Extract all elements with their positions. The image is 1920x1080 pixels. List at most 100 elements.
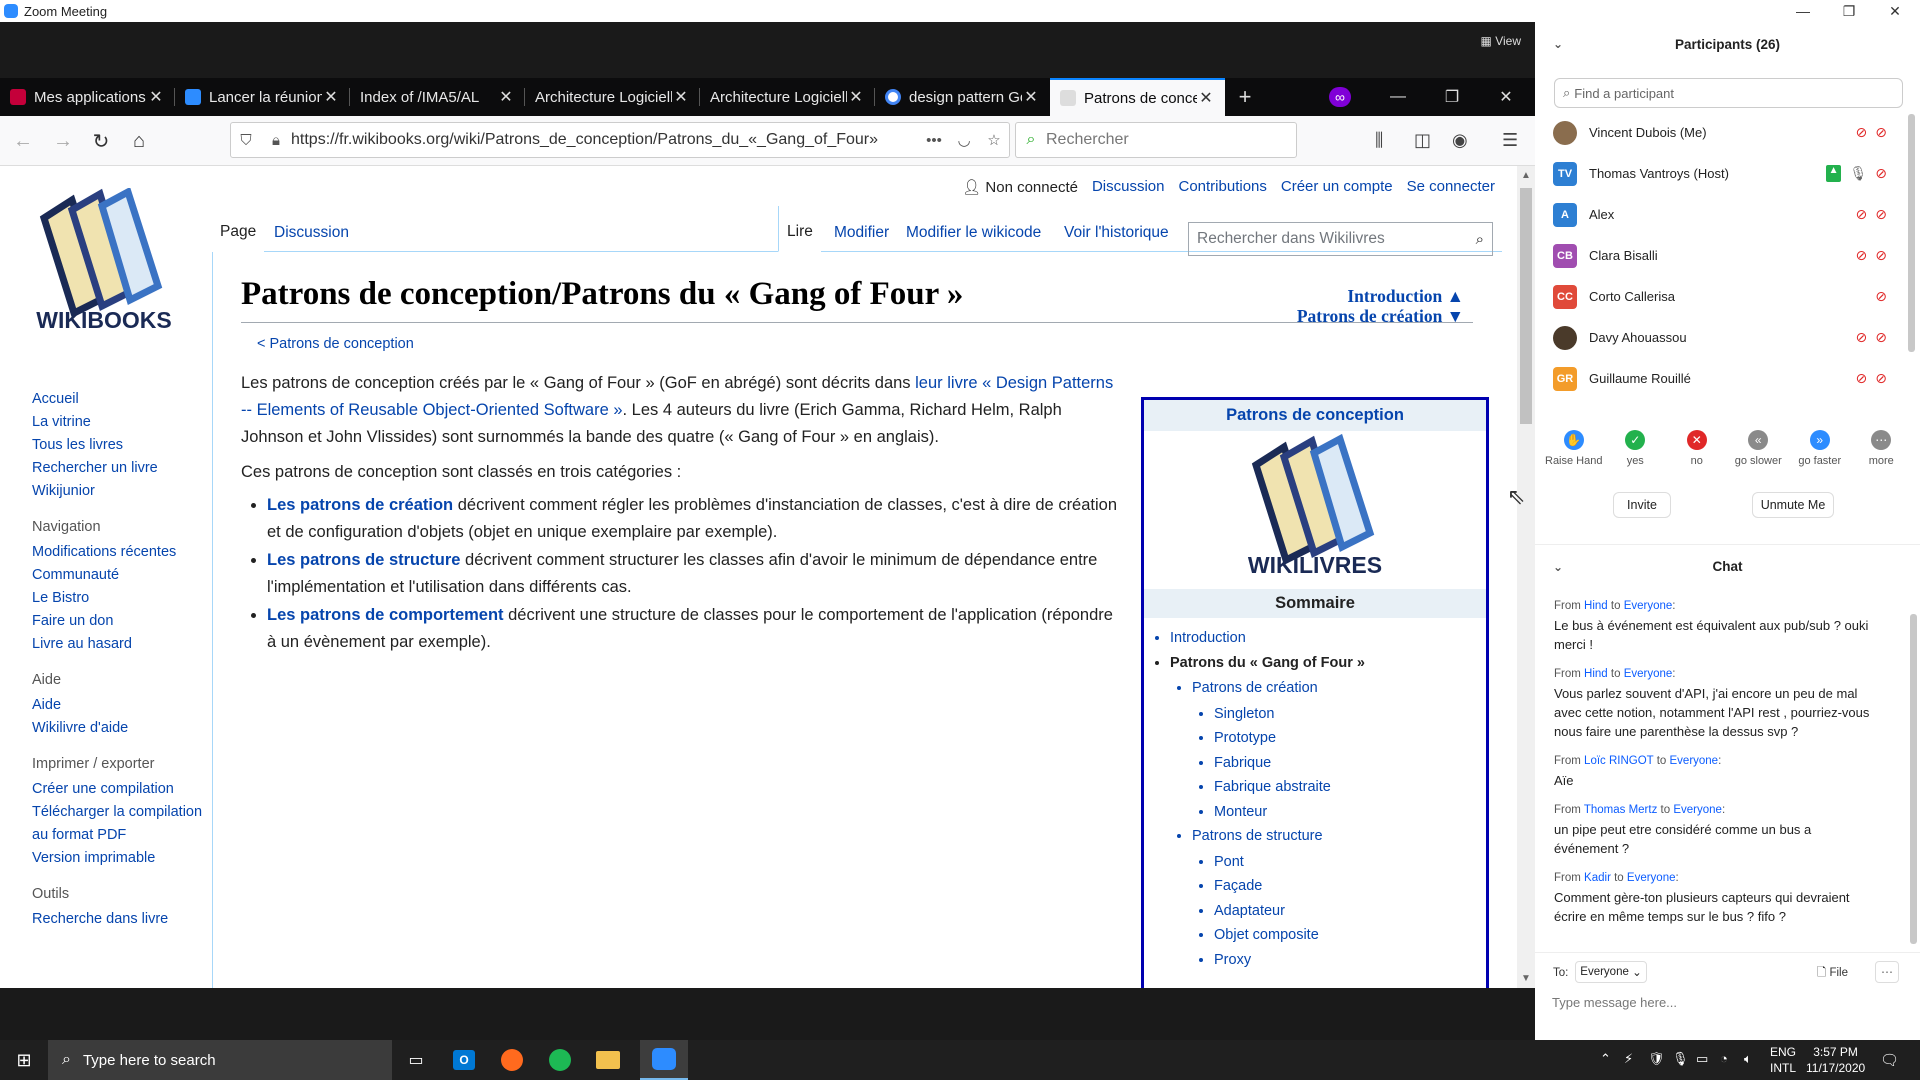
tab-discussion[interactable]: Discussion (266, 206, 357, 252)
sender-name[interactable]: Hind (1584, 600, 1608, 612)
browser-tab[interactable]: Index of /IMA5/AL ✕ (350, 78, 525, 116)
reaction-yes[interactable]: ✓ yes (1605, 430, 1665, 467)
nav-introduction-link[interactable]: Introduction ▲ (1297, 286, 1464, 306)
create-account-link[interactable]: Créer un compte (1281, 178, 1393, 196)
sidebar-link[interactable]: Télécharger la compilation au format PDF (32, 801, 207, 847)
recipient-name[interactable]: Everyone (1627, 872, 1676, 884)
forward-icon[interactable]: → (50, 128, 76, 154)
close-icon[interactable]: ✕ (1478, 78, 1534, 116)
new-tab-button[interactable]: + (1225, 78, 1265, 116)
tab-history[interactable]: Voir l'historique (1056, 206, 1177, 252)
taskbar-search-box[interactable]: ⌕ Type here to search (48, 1040, 392, 1080)
notifications-icon[interactable]: 🗨︎ (1880, 1051, 1899, 1069)
lock-icon[interactable]: 🔒︎ (261, 132, 291, 149)
menu-icon[interactable]: ☰ (1502, 130, 1518, 151)
reload-icon[interactable]: ↻ (88, 128, 114, 154)
restore-icon[interactable]: ❐ (1424, 78, 1480, 116)
infobox-title-link[interactable]: Patrons de conception (1144, 400, 1486, 431)
recipient-name[interactable]: Everyone (1670, 755, 1719, 767)
tab-close-icon[interactable]: ✕ (1022, 87, 1040, 107)
sidebar-link[interactable]: Créer une compilation (32, 778, 207, 801)
reaction-no[interactable]: ✕ no (1667, 430, 1727, 467)
browser-tab[interactable]: Lancer la réunion ✕ (175, 78, 350, 116)
sidebar-link[interactable]: Wikilivre d'aide (32, 717, 207, 740)
participant-row[interactable]: TV Thomas Vantroys (Host) ▲ 🎙︎ ⊘ (1535, 153, 1905, 194)
page-scrollbar[interactable]: ▲ ▼ (1517, 166, 1535, 988)
close-icon[interactable]: ✕ (1872, 0, 1918, 22)
behavior-link[interactable]: Les patrons de comportement (267, 606, 504, 624)
collapse-chevron-icon[interactable]: ⌄ (1553, 560, 1563, 574)
tab-page[interactable]: Page (212, 206, 265, 252)
pocket-icon[interactable]: ◡ (949, 131, 979, 149)
browser-tab[interactable]: Architecture Logicielle ✕ (700, 78, 875, 116)
invite-button[interactable]: Invite (1613, 492, 1671, 518)
more-options-button[interactable]: ⋯ (1875, 961, 1899, 983)
tray-overflow-icon[interactable]: ⌃ (1600, 1051, 1611, 1067)
sidebar-link[interactable]: Rechercher un livre (32, 457, 207, 480)
sidebar-link[interactable]: Wikijunior (32, 480, 207, 503)
user-discussion-link[interactable]: Discussion (1092, 178, 1165, 196)
sender-name[interactable]: Hind (1584, 668, 1608, 680)
search-icon[interactable]: ⌕ (1476, 231, 1484, 248)
sidebar-link[interactable]: Modifications récentes (32, 541, 207, 564)
language-indicator[interactable]: ENG INTL (1770, 1044, 1796, 1076)
login-link[interactable]: Se connecter (1407, 178, 1495, 196)
restore-icon[interactable]: ❐ (1826, 0, 1872, 22)
toc-item[interactable]: Monteur (1214, 800, 1486, 825)
unmute-me-button[interactable]: Unmute Me (1752, 492, 1834, 518)
recipient-name[interactable]: Everyone (1624, 668, 1673, 680)
sidebar-link[interactable]: Aide (32, 694, 207, 717)
toc-item[interactable]: Singleton (1214, 702, 1486, 727)
scroll-up-icon[interactable]: ▲ (1517, 170, 1535, 181)
sidebar-link[interactable]: Accueil (32, 388, 207, 411)
toc-item[interactable]: Prototype (1214, 726, 1486, 751)
battery-tray-icon[interactable]: ▭ (1696, 1051, 1708, 1067)
back-icon[interactable]: ← (10, 128, 36, 154)
participant-row[interactable]: CB Clara Bisalli ⊘ ⊘ (1535, 235, 1905, 276)
browser-tab[interactable]: design pattern Gof ✕ (875, 78, 1050, 116)
file-explorer-icon[interactable] (584, 1040, 632, 1080)
collapse-chevron-icon[interactable]: ⌄ (1553, 37, 1563, 51)
url-bar[interactable]: ⛉ 🔒︎ https://fr.wikibooks.org/wiki/Patro… (230, 122, 1010, 158)
tab-edit-source[interactable]: Modifier le wikicode (898, 206, 1049, 252)
microphone-tray-icon[interactable]: 🎙︎ (1672, 1051, 1689, 1067)
reaction-raise-hand[interactable]: ✋ Raise Hand (1544, 430, 1604, 467)
recipient-name[interactable]: Everyone (1624, 600, 1673, 612)
bookmark-star-icon[interactable]: ☆ (979, 131, 1009, 149)
participant-row[interactable]: CC Corto Callerisa ⊘ (1535, 276, 1905, 317)
sidebar-link[interactable]: Faire un don (32, 610, 207, 633)
tab-edit[interactable]: Modifier (826, 206, 897, 252)
participants-scrollbar[interactable] (1908, 114, 1915, 352)
library-icon[interactable]: ⫼ (1375, 130, 1383, 151)
chat-message-input[interactable]: Type message here... (1552, 995, 1677, 1010)
browser-tab-active[interactable]: Patrons de conception ✕ (1050, 78, 1225, 116)
wifi-tray-icon[interactable]: ◔ (1720, 1051, 1728, 1066)
participant-row[interactable]: GR Guillaume Rouillé ⊘ ⊘ (1535, 358, 1905, 399)
participant-row[interactable]: Vincent Dubois (Me) ⊘ ⊘ (1535, 112, 1905, 153)
minimize-icon[interactable]: — (1780, 0, 1826, 22)
sidebar-link[interactable]: Le Bistro (32, 587, 207, 610)
clock[interactable]: 3:57 PM 11/17/2020 (1806, 1044, 1865, 1076)
sidebar-link[interactable]: Version imprimable (32, 847, 207, 870)
sidebar-link[interactable]: La vitrine (32, 411, 207, 434)
toc-item[interactable]: Patrons de structure PontFaçadeAdaptateu… (1192, 824, 1486, 972)
tab-close-icon[interactable]: ✕ (1197, 88, 1215, 108)
recipient-name[interactable]: Everyone (1673, 804, 1722, 816)
reaction-go-faster[interactable]: » go faster (1790, 430, 1850, 467)
sidebar-icon[interactable]: ◫ (1414, 130, 1431, 151)
tab-close-icon[interactable]: ✕ (847, 87, 865, 107)
sender-name[interactable]: Thomas Mertz (1584, 804, 1658, 816)
structure-link[interactable]: Les patrons de structure (267, 551, 460, 569)
view-button[interactable]: ▦ View (1481, 34, 1521, 48)
tab-close-icon[interactable]: ✕ (497, 87, 515, 107)
toc-item[interactable]: Proxy (1214, 948, 1486, 973)
toc-item[interactable]: Patrons de création SingletonPrototypeFa… (1192, 676, 1486, 824)
toc-item[interactable]: Introduction (1170, 626, 1486, 651)
minimize-icon[interactable]: — (1370, 78, 1426, 116)
find-participant-input[interactable]: ⌕ Find a participant (1554, 78, 1903, 108)
tab-close-icon[interactable]: ✕ (672, 87, 690, 107)
toc-item[interactable]: Fabrique (1214, 751, 1486, 776)
outlook-icon[interactable]: O (440, 1040, 488, 1080)
nav-creation-link[interactable]: Patrons de création ▼ (1297, 306, 1464, 326)
toc-item[interactable]: Adaptateur (1214, 899, 1486, 924)
